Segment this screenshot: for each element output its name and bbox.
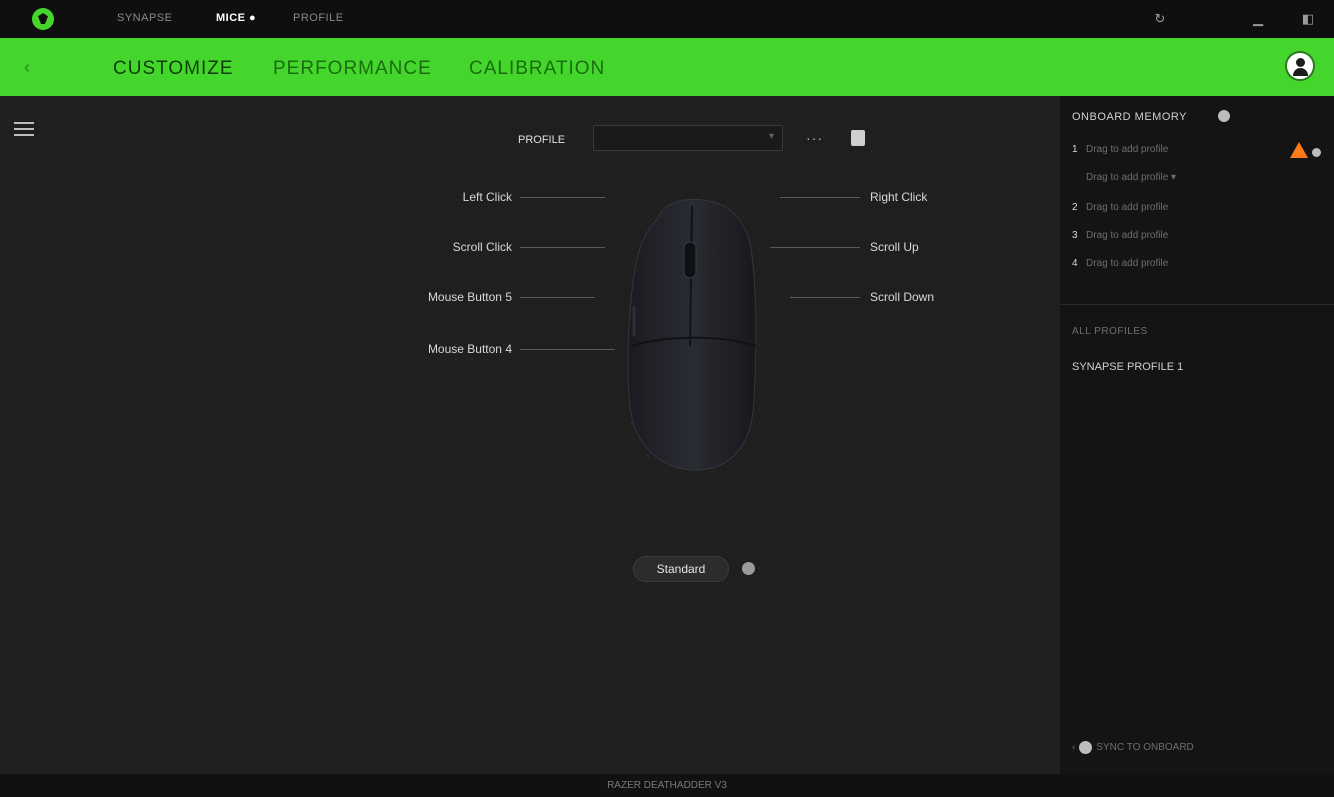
slot-label: Drag to add profile [1086, 202, 1169, 213]
menu-hamburger-icon[interactable] [14, 122, 34, 136]
maximize-icon[interactable]: ◧ [1300, 11, 1316, 27]
button-label-scroll-up[interactable]: Scroll Up [870, 240, 919, 254]
button-label-left-click[interactable]: Left Click [410, 190, 512, 204]
help-icon[interactable] [1218, 110, 1230, 122]
all-profiles-title: ALL PROFILES [1072, 326, 1148, 337]
profile-label: PROFILE [518, 134, 566, 146]
leader-line [520, 197, 605, 198]
onboard-memory-title: ONBOARD MEMORY [1072, 111, 1187, 123]
sync-onboard-button[interactable]: ‹ SYNC TO ONBOARD [1072, 741, 1194, 754]
chevron-down-icon: ▾ [768, 131, 774, 142]
user-avatar-icon[interactable] [1285, 51, 1315, 81]
onboard-memory-panel: ONBOARD MEMORY 1 Drag to add profile Drag… [1060, 96, 1334, 774]
refresh-icon[interactable]: ↻ [1152, 11, 1168, 27]
tab-mice[interactable]: MICE ● [216, 12, 256, 24]
slot-label: Drag to add profile ▾ [1086, 172, 1177, 183]
slot-label: Drag to add profile [1086, 230, 1169, 241]
tab-synapse[interactable]: SYNAPSE [117, 12, 172, 24]
info-icon[interactable] [1312, 148, 1321, 157]
profile-settings-icon[interactable] [851, 130, 865, 146]
slot-label: Drag to add profile [1086, 144, 1169, 155]
back-arrow-icon[interactable]: ‹ [16, 56, 38, 78]
button-label-scroll-click[interactable]: Scroll Click [410, 240, 512, 254]
razer-logo-icon[interactable] [32, 8, 54, 30]
memory-slot[interactable]: 2 Drag to add profile [1072, 202, 1168, 213]
slot-label: Drag to add profile [1086, 258, 1169, 269]
mouse-image [627, 198, 757, 471]
leader-line [520, 297, 595, 298]
leader-line [780, 197, 860, 198]
sync-icon [1079, 741, 1093, 754]
device-name: RAZER DEATHADDER V3 [607, 780, 727, 791]
slot-number: 3 [1072, 230, 1078, 241]
top-bar: SYNAPSE MICE ● PROFILE ↻ ▁ ◧ [0, 0, 1334, 38]
tab-profile[interactable]: PROFILE [293, 12, 344, 24]
memory-slot[interactable]: 1 Drag to add profile [1072, 144, 1168, 155]
leader-line [520, 247, 605, 248]
customize-main-area: PROFILE ▾ ··· Left Click Scroll Click Mo… [0, 96, 1060, 774]
standard-mode-button[interactable]: Standard [633, 556, 729, 582]
button-label-right-click[interactable]: Right Click [870, 190, 927, 204]
sync-label: SYNC TO ONBOARD [1096, 742, 1194, 754]
tab-customize[interactable]: CUSTOMIZE [113, 58, 234, 80]
warning-icon[interactable] [1290, 142, 1308, 158]
button-label-mouse-button-5[interactable]: Mouse Button 5 [390, 290, 512, 304]
tab-performance[interactable]: PERFORMANCE [273, 58, 432, 80]
divider [1060, 304, 1334, 305]
slot-number: 2 [1072, 202, 1078, 213]
status-bar: RAZER DEATHADDER V3 [0, 774, 1334, 797]
memory-slot[interactable]: Drag to add profile ▾ [1072, 172, 1176, 183]
minimize-icon[interactable]: ▁ [1250, 11, 1266, 27]
leader-line [520, 349, 615, 350]
memory-slot[interactable]: 3 Drag to add profile [1072, 230, 1168, 241]
slot-number: 1 [1072, 144, 1078, 155]
leader-line [790, 297, 860, 298]
info-icon[interactable] [742, 562, 755, 575]
profile-list-item[interactable]: SYNAPSE PROFILE 1 [1072, 361, 1183, 373]
slot-number: 4 [1072, 258, 1078, 269]
more-options-icon[interactable]: ··· [806, 130, 823, 146]
button-label-mouse-button-4[interactable]: Mouse Button 4 [390, 342, 512, 356]
device-nav-bar: ‹ CUSTOMIZE PERFORMANCE CALIBRATION [0, 38, 1334, 96]
tab-calibration[interactable]: CALIBRATION [469, 58, 605, 80]
leader-line [770, 247, 860, 248]
button-label-scroll-down[interactable]: Scroll Down [870, 290, 934, 304]
memory-slot[interactable]: 4 Drag to add profile [1072, 258, 1168, 269]
profile-dropdown[interactable]: ▾ [593, 125, 783, 151]
